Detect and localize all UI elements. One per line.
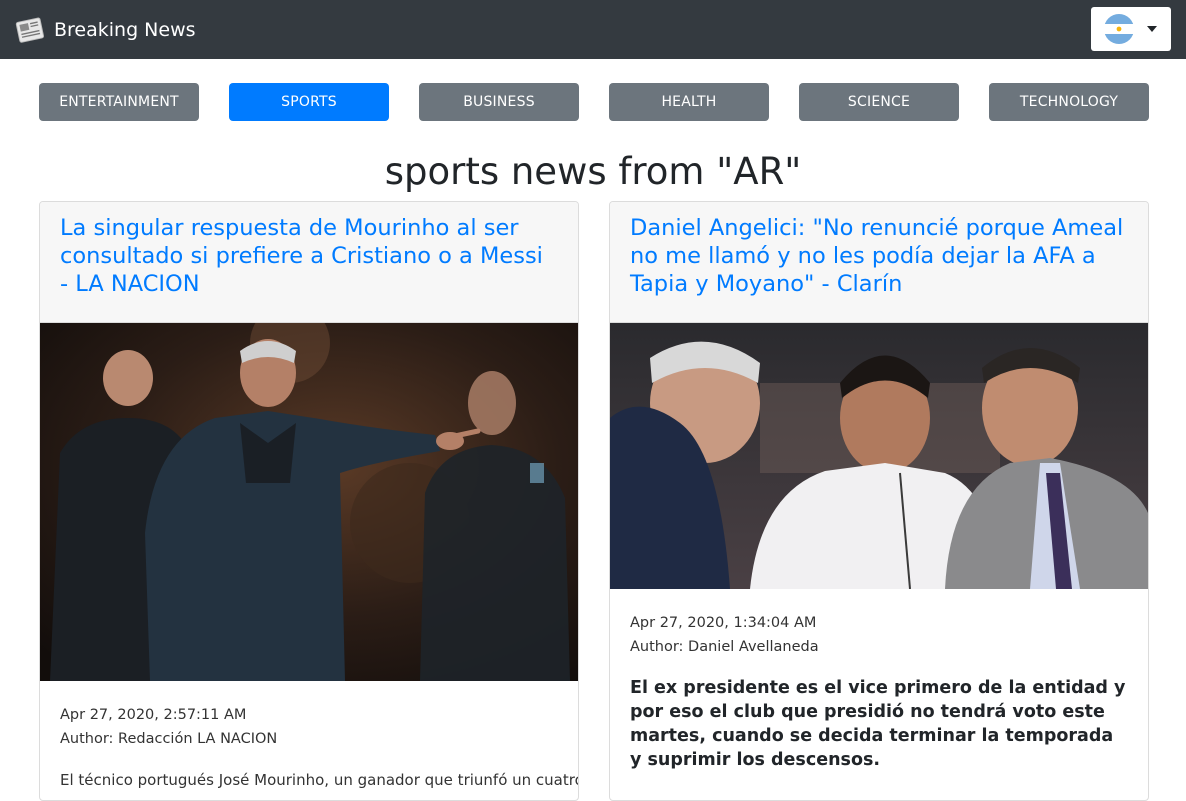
article-description: El ex presidente es el vice primero de l… xyxy=(630,678,1126,770)
category-button-technology[interactable]: TECHNOLOGY xyxy=(989,83,1149,121)
article-card: La singular respuesta de Mourinho al ser… xyxy=(39,201,579,801)
category-button-entertainment[interactable]: ENTERTAINMENT xyxy=(39,83,199,121)
article-author: Author: Daniel Avellaneda xyxy=(630,639,819,655)
article-title-link[interactable]: Daniel Angelici: "No renuncié porque Ame… xyxy=(630,214,1128,298)
navbar: Breaking News xyxy=(0,0,1186,59)
brand[interactable]: Breaking News xyxy=(15,13,196,47)
country-dropdown[interactable] xyxy=(1091,7,1171,51)
card-header: La singular respuesta de Mourinho al ser… xyxy=(40,202,578,323)
brand-title: Breaking News xyxy=(54,19,196,41)
article-author: Author: Redacción LA NACION xyxy=(60,731,278,747)
article-image[interactable] xyxy=(610,323,1148,589)
category-button-business[interactable]: BUSINESS xyxy=(419,83,579,121)
category-button-sports[interactable]: SPORTS xyxy=(229,83,389,121)
article-date: Apr 27, 2020, 2:57:11 AM xyxy=(60,707,247,723)
article-image[interactable] xyxy=(40,323,578,681)
category-button-science[interactable]: SCIENCE xyxy=(799,83,959,121)
chevron-down-icon xyxy=(1147,26,1157,32)
article-content: El técnico portugués José Mourinho, un g… xyxy=(60,771,579,789)
article-title-link[interactable]: La singular respuesta de Mourinho al ser… xyxy=(60,214,558,298)
category-button-health[interactable]: HEALTH xyxy=(609,83,769,121)
newspaper-icon xyxy=(15,17,45,43)
article-date: Apr 27, 2020, 1:34:04 AM xyxy=(630,615,817,631)
article-card: Daniel Angelici: "No renuncié porque Ame… xyxy=(609,201,1149,801)
argentina-flag-icon xyxy=(1104,14,1134,44)
card-header: Daniel Angelici: "No renuncié porque Ame… xyxy=(610,202,1148,323)
page-title: sports news from "AR" xyxy=(384,150,802,193)
